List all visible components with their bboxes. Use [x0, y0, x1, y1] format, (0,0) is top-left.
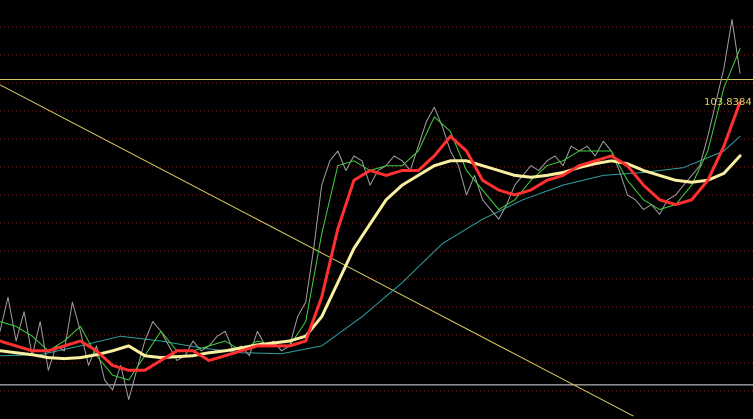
stock-price-chart: 103.8384	[0, 0, 753, 419]
price-line-label: 103.8384	[704, 97, 752, 108]
chart-background	[0, 0, 753, 419]
